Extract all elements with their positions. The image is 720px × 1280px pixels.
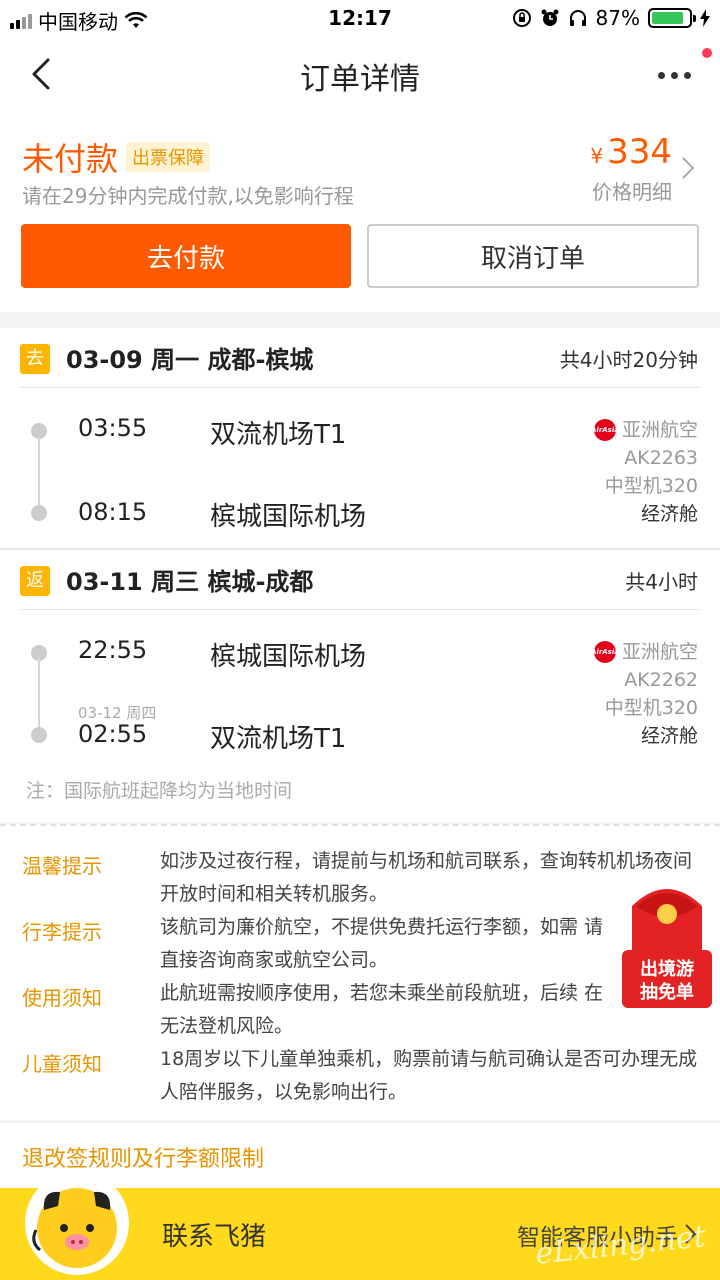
flight-info: AirAsia 亚洲航空 AK2263 中型机320 经济舱 [591, 416, 698, 528]
arrival-airport: 槟城国际机场 [210, 502, 367, 532]
status-bar: 中国移动 12:17 87% [0, 0, 720, 36]
order-status: 未付款 [22, 140, 119, 178]
departure-time: 22:55 [78, 636, 148, 664]
itinerary: 去 03-09 周一 成都-槟城 共4小时20分钟 03:55 双流机场T1 0… [0, 328, 720, 822]
segment-header: 返 03-11 周三 槟城-成都 共4小时 [20, 550, 700, 610]
price[interactable]: ¥ 334 [590, 132, 672, 172]
segment-header: 去 03-09 周一 成都-槟城 共4小时20分钟 [20, 328, 700, 388]
segment-route: 03-11 周三 槟城-成都 [66, 568, 314, 596]
promo-line2: 抽免单 [640, 981, 694, 1003]
battery-icon [648, 8, 696, 28]
return-tag: 返 [20, 566, 50, 596]
arrival-time: 02:55 [78, 720, 148, 748]
bottom-bar: 联系飞猪 智能客服小助手 eLxling.net [0, 1171, 720, 1280]
tip-label: 使用须知 [22, 986, 102, 1010]
local-time-note: 注：国际航班起降均为当地时间 [26, 780, 293, 802]
timeline-line [38, 658, 40, 734]
more-icon[interactable] [658, 60, 698, 90]
ticket-guarantee-badge: 出票保障 [126, 142, 210, 172]
arrival-time: 08:15 [78, 498, 148, 526]
arrival-dot [31, 727, 47, 743]
segment-duration: 共4小时 [625, 570, 698, 594]
tip-text: 该航司为廉价航空，不提供免费托运行李额，如需 请直接咨询商家或航空公司。 [160, 916, 604, 971]
aircraft-type: 中型机320 [604, 697, 698, 719]
tip-label: 温馨提示 [22, 854, 102, 878]
arrival-airport: 双流机场T1 [210, 724, 347, 754]
tip-text: 18周岁以下儿童单独乘机，购票前请与航司确认是否可办理无成人陪伴服务，以免影响出… [160, 1048, 698, 1103]
tip-text: 此航班需按顺序使用，若您未乘坐前段航班，后续 在无法登机风险。 [160, 982, 604, 1037]
refund-rules-link[interactable]: 退改签规则及行李额限制 [22, 1141, 264, 1173]
segment-route: 03-09 周一 成都-槟城 [66, 346, 314, 374]
airasia-logo-icon: AirAsia [591, 641, 619, 663]
system-icons: 87% [512, 6, 710, 30]
tip-label: 行李提示 [22, 920, 102, 944]
promo-red-envelope[interactable]: 出境游 抽免单 [622, 876, 712, 1010]
cabin-class: 经济舱 [640, 725, 698, 747]
tips-section: 温馨提示 如涉及过夜行程，请提前与机场和航司联系，查询转机机场夜间开放时间和相关… [0, 824, 720, 1120]
payment-card: 未付款 出票保障 请在29分钟内完成付款,以免影响行程 ¥ 334 价格明细 去… [0, 110, 720, 312]
contact-fliggy-button[interactable]: 联系飞猪 [162, 1216, 266, 1253]
cabin-class: 经济舱 [640, 503, 698, 525]
battery-percent: 87% [595, 6, 640, 30]
promo-line1: 出境游 [640, 958, 694, 980]
price-detail-link[interactable]: 价格明细 [592, 176, 672, 205]
segment-duration: 共4小时20分钟 [559, 348, 698, 372]
departure-time: 03:55 [78, 414, 148, 442]
charging-icon [700, 9, 710, 27]
arrival-dot [31, 505, 47, 521]
flight-number: AK2262 [624, 669, 698, 691]
price-amount: 334 [607, 132, 672, 172]
flight-info: AirAsia 亚洲航空 AK2262 中型机320 经济舱 [591, 638, 698, 750]
tip-label: 儿童须知 [22, 1052, 102, 1076]
airline-name: 亚洲航空 [621, 419, 698, 441]
aircraft-type: 中型机320 [604, 475, 698, 497]
outbound-tag: 去 [20, 344, 50, 374]
rotation-lock-icon [512, 9, 531, 27]
airasia-logo-icon: AirAsia [591, 419, 619, 441]
departure-airport: 槟城国际机场 [210, 642, 367, 672]
airline-name: 亚洲航空 [621, 641, 698, 663]
headphones-icon [569, 10, 586, 26]
alarm-icon [541, 9, 559, 26]
page-title: 订单详情 [300, 62, 420, 97]
cancel-order-button[interactable]: 取消订单 [367, 224, 699, 288]
tip-text: 如涉及过夜行程，请提前与机场和航司联系，查询转机机场夜间开放时间和相关转机服务。 [160, 850, 693, 905]
chevron-right-icon[interactable] [680, 154, 696, 182]
flight-number: AK2263 [624, 447, 698, 469]
fliggy-mascot-icon[interactable] [24, 1170, 130, 1276]
payment-hint: 请在29分钟内完成付款,以免影响行程 [22, 184, 354, 208]
outbound-segment: 去 03-09 周一 成都-槟城 共4小时20分钟 03:55 双流机场T1 0… [0, 328, 720, 548]
nav-bar: 订单详情 [0, 36, 720, 110]
pay-button[interactable]: 去付款 [21, 224, 351, 288]
notification-dot [702, 48, 712, 58]
return-segment: 返 03-11 周三 槟城-成都 共4小时 22:55 槟城国际机场 03-12… [0, 550, 720, 770]
timeline-line [38, 436, 40, 512]
currency-symbol: ¥ [590, 144, 604, 168]
departure-airport: 双流机场T1 [210, 420, 347, 450]
